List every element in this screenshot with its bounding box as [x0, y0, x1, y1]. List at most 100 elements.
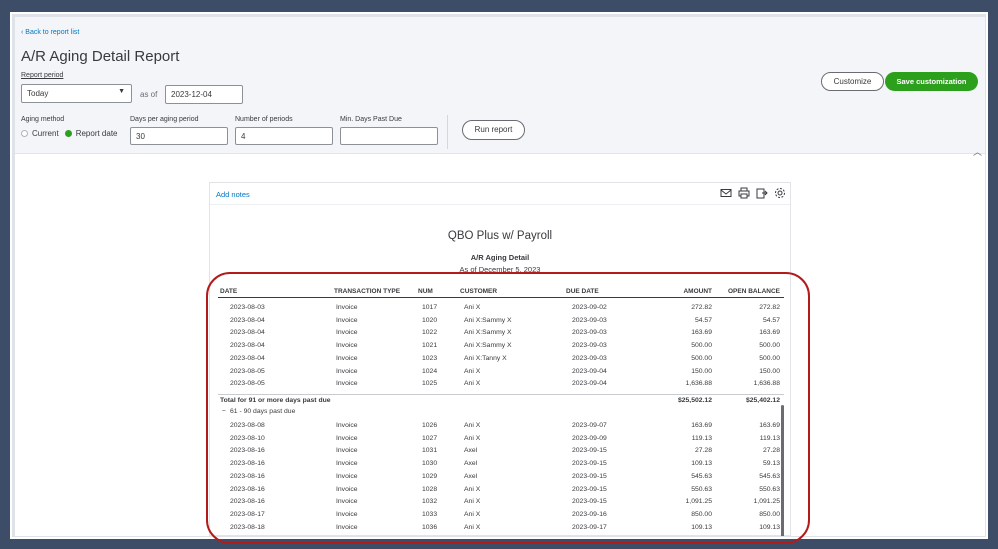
cell-customer: Ani X:Sammy X — [464, 316, 512, 324]
table-row[interactable]: 2023-08-16 Invoice 1032 Ani X 2023-09-15 1,09… — [218, 497, 784, 509]
cell-num[interactable]: 1021 — [422, 342, 437, 349]
cell-amount: 54.57 — [694, 316, 712, 324]
cell-num[interactable]: 1030 — [422, 460, 437, 467]
collapse-section-icon[interactable]: − — [222, 408, 226, 415]
cell-transaction-type: Invoice — [336, 460, 358, 468]
table-row[interactable]: 2023-08-16 Invoice 1031 Axel 2023-09-15 27.28… — [218, 446, 784, 458]
table-row[interactable]: 2023-08-16 Invoice 1028 Ani X 2023-09-15 550.… — [218, 485, 784, 497]
cell-num[interactable]: 1022 — [422, 329, 437, 336]
cell-amount: 500.00 — [691, 354, 712, 362]
cell-num[interactable]: 1036 — [422, 524, 437, 531]
cell-num[interactable]: 1029 — [422, 473, 437, 480]
report-settings-bar: ‹ Back to report list A/R Aging Detail R… — [15, 17, 985, 157]
export-icon[interactable] — [756, 187, 768, 199]
cell-transaction-type: Invoice — [336, 354, 358, 362]
col-transaction-type[interactable]: TRANSACTION TYPE — [334, 288, 400, 295]
print-icon[interactable] — [738, 187, 750, 199]
page-title: A/R Aging Detail Report — [21, 48, 180, 65]
chevron-up-icon[interactable]: ︿ — [973, 145, 982, 158]
section-61-90-label: 61 - 90 days past due — [230, 408, 296, 415]
number-of-periods-input[interactable]: 4 — [235, 127, 333, 145]
report-period-select[interactable]: Today ▼ — [21, 84, 132, 103]
aging-current-radio[interactable] — [21, 130, 28, 137]
report-panel: Add notes QBO Plus w/ Payroll A/R Aging … — [209, 182, 791, 536]
table-row[interactable]: 2023-08-10 Invoice 1027 Ani X 2023-09-09 119.… — [218, 434, 784, 446]
cell-amount: 1,636.88 — [685, 380, 712, 388]
cell-amount: 109.13 — [691, 523, 712, 531]
table-row[interactable]: 2023-08-04 Invoice 1021 Ani X:Sammy X 2023-0… — [218, 341, 784, 353]
scrollbar[interactable] — [781, 405, 784, 536]
cell-num[interactable]: 1028 — [422, 486, 437, 493]
cell-amount: 550.63 — [691, 485, 712, 493]
cell-num[interactable]: 1024 — [422, 368, 437, 375]
number-of-periods-label: Number of periods — [235, 116, 293, 123]
cell-num[interactable]: 1032 — [422, 498, 437, 505]
back-to-report-list-link[interactable]: ‹ Back to report list — [21, 29, 79, 36]
table-row[interactable]: 2023-08-05 Invoice 1024 Ani X 2023-09-04 150.… — [218, 367, 784, 379]
cell-amount: 109.13 — [691, 460, 712, 468]
days-per-period-input[interactable]: 30 — [130, 127, 228, 145]
cell-amount: 27.28 — [694, 447, 712, 455]
cell-num[interactable]: 1031 — [422, 447, 437, 454]
col-num[interactable]: NUM — [418, 288, 433, 295]
run-report-button[interactable]: Run report — [462, 120, 525, 140]
cell-customer: Ani X — [464, 422, 481, 429]
cell-due-date: 2023-09-15 — [572, 460, 607, 468]
col-open-balance[interactable]: OPEN BALANCE — [728, 288, 780, 295]
cell-customer: Ani X — [464, 367, 481, 375]
cell-transaction-type: Invoice — [336, 434, 358, 442]
report-period-label: Report period — [21, 72, 64, 79]
col-due-date[interactable]: DUE DATE — [566, 288, 599, 295]
report-name: A/R Aging Detail — [470, 253, 530, 262]
add-notes-link[interactable]: Add notes — [216, 190, 250, 199]
col-date[interactable]: DATE — [220, 288, 237, 295]
cell-amount: 850.00 — [691, 510, 712, 518]
chevron-down-icon: ▼ — [118, 88, 125, 95]
cell-num[interactable]: 1020 — [422, 317, 437, 324]
cell-date: 2023-08-16 — [230, 460, 265, 468]
customize-button[interactable]: Customize — [821, 72, 884, 91]
table-row[interactable]: 2023-08-03 Invoice 1017 Ani X 2023-09-02 272.… — [218, 303, 784, 315]
cell-open-balance: 27.28 — [762, 447, 780, 455]
min-days-past-due-input[interactable] — [340, 127, 438, 145]
col-amount[interactable]: AMOUNT — [683, 288, 712, 295]
table-row[interactable]: 2023-08-05 Invoice 1025 Ani X 2023-09-04 1,63… — [218, 379, 784, 391]
table-row[interactable]: 2023-08-16 Invoice 1029 Axel 2023-09-15 545.6… — [218, 472, 784, 484]
cell-due-date: 2023-09-03 — [572, 342, 607, 350]
table-row[interactable]: 2023-08-04 Invoice 1022 Ani X:Sammy X 2023-0… — [218, 328, 784, 340]
cell-num[interactable]: 1025 — [422, 380, 437, 387]
table-row[interactable]: 2023-08-16 Invoice 1030 Axel 2023-09-15 109.1… — [218, 459, 784, 471]
cell-date: 2023-08-18 — [230, 523, 265, 531]
table-row[interactable]: 2023-08-18 Invoice 1036 Ani X 2023-09-17 109.… — [218, 523, 784, 535]
as-of-date-input[interactable]: 2023-12-04 — [165, 85, 243, 104]
cell-num[interactable]: 1017 — [422, 304, 437, 311]
cell-date: 2023-08-04 — [230, 354, 265, 362]
table-row[interactable]: 2023-08-04 Invoice 1023 Ani X:Tanny X 2023-0… — [218, 354, 784, 366]
cell-open-balance: 545.63 — [759, 472, 780, 480]
table-row[interactable]: 2023-08-17 Invoice 1033 Ani X 2023-09-16 850.… — [218, 510, 784, 522]
table-row[interactable]: 2023-08-08 Invoice 1026 Ani X 2023-09-07 163.… — [218, 421, 784, 433]
aging-report-date-radio[interactable] — [64, 130, 72, 137]
cell-amount: 500.00 — [691, 342, 712, 350]
cell-num[interactable]: 1033 — [422, 511, 437, 518]
table-header: DATE TRANSACTION TYPE NUM CUSTOMER DUE D… — [218, 286, 784, 298]
cell-date: 2023-08-16 — [230, 472, 265, 480]
col-customer[interactable]: CUSTOMER — [460, 288, 497, 295]
email-icon[interactable] — [720, 187, 732, 199]
cell-transaction-type: Invoice — [336, 367, 358, 375]
cell-customer: Ani X — [464, 434, 481, 442]
save-customization-button[interactable]: Save customization — [885, 72, 978, 91]
cell-open-balance: 59.13 — [762, 460, 780, 468]
cell-customer: Ani X — [464, 304, 481, 311]
cell-due-date: 2023-09-17 — [572, 523, 607, 531]
cell-transaction-type: Invoice — [336, 316, 358, 324]
section-61-90-row[interactable]: − 61 - 90 days past due — [218, 407, 784, 419]
cell-num[interactable]: 1026 — [422, 422, 437, 429]
cell-due-date: 2023-09-04 — [572, 380, 607, 388]
cell-num[interactable]: 1027 — [422, 435, 437, 442]
app-content: ‹ Back to report list A/R Aging Detail R… — [15, 17, 985, 536]
gear-icon[interactable] — [774, 187, 786, 199]
cell-num[interactable]: 1023 — [422, 355, 437, 362]
cell-due-date: 2023-09-09 — [572, 434, 607, 442]
table-row[interactable]: 2023-08-04 Invoice 1020 Ani X:Sammy X 2023-0… — [218, 316, 784, 328]
